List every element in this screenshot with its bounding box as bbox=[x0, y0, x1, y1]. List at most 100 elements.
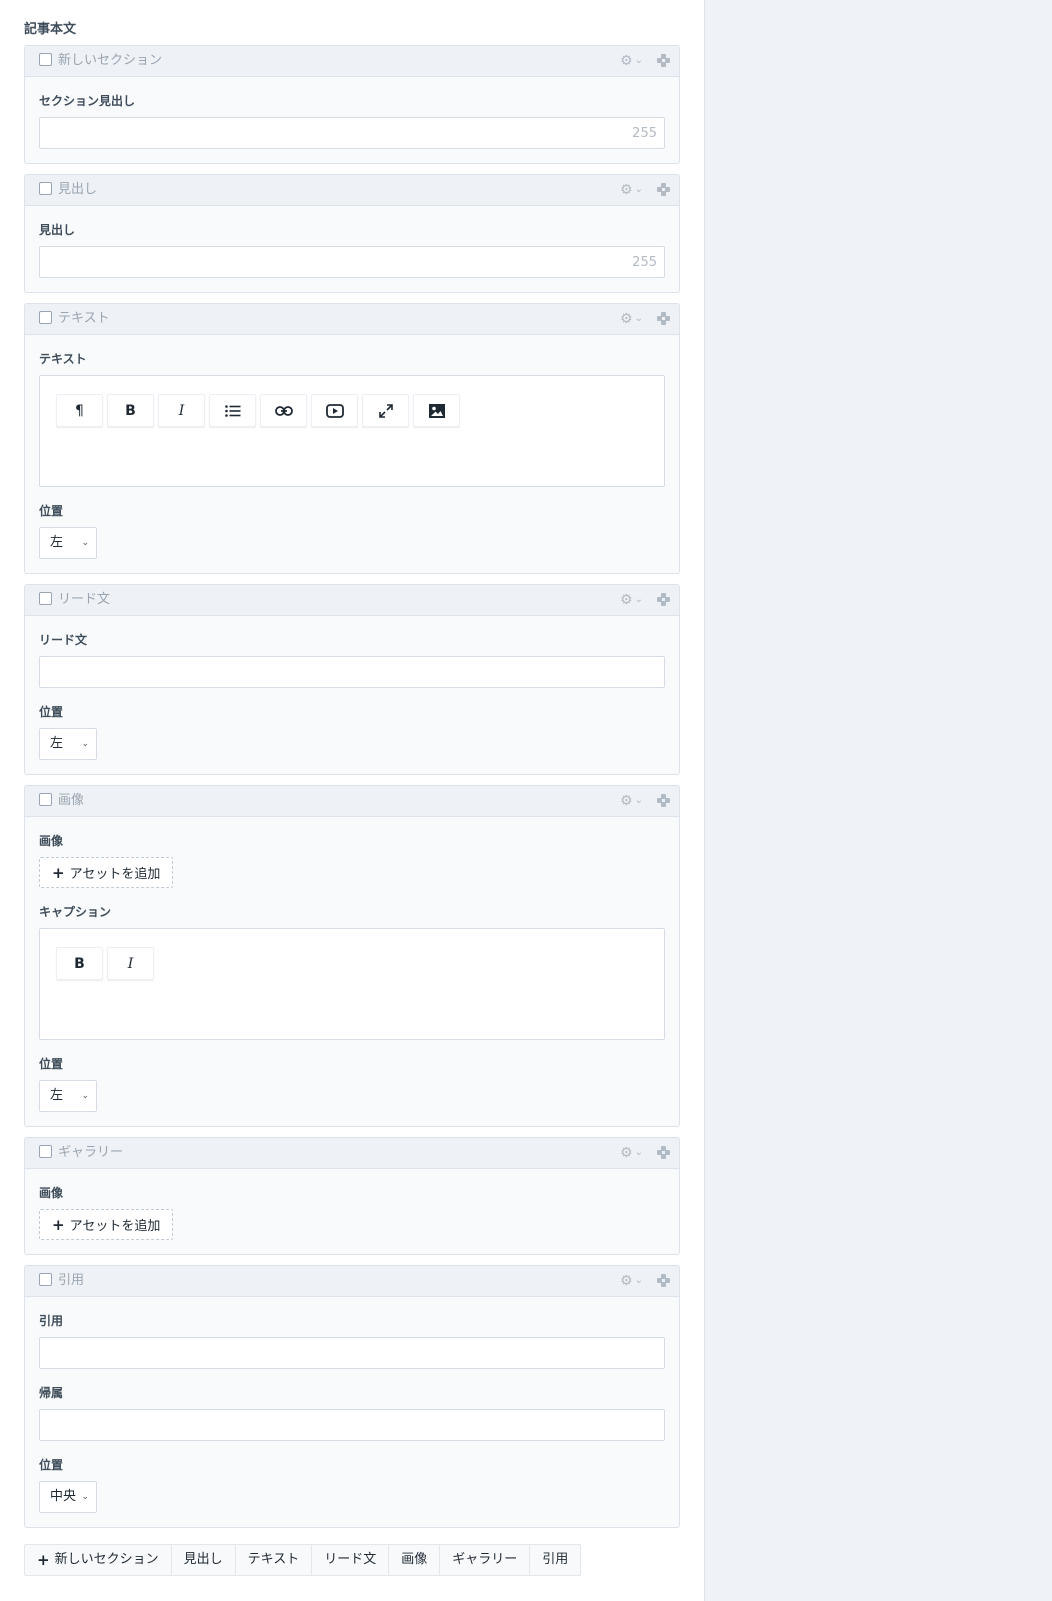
add-asset-button[interactable]: + アセットを追加 bbox=[39, 857, 174, 888]
fullscreen-button[interactable] bbox=[362, 394, 409, 427]
attribution-input[interactable] bbox=[39, 1409, 665, 1441]
italic-button[interactable]: I bbox=[158, 394, 205, 427]
lead-input[interactable] bbox=[39, 656, 665, 688]
plus-icon: + bbox=[52, 1215, 65, 1234]
gear-icon[interactable]: ⚙ ⌄ bbox=[620, 1146, 643, 1160]
gear-icon[interactable]: ⚙ ⌄ bbox=[620, 183, 643, 197]
block-header: テキスト ⚙ ⌄ bbox=[25, 304, 679, 335]
block-new-section: 新しいセクション ⚙ ⌄ セクション見出し 255 bbox=[24, 45, 680, 164]
section-heading-input[interactable]: 255 bbox=[39, 117, 665, 149]
position-select[interactable]: 左 ⌄ bbox=[39, 728, 97, 760]
bold-button[interactable]: B bbox=[56, 947, 103, 980]
chevron-down-icon: ⌄ bbox=[634, 313, 643, 324]
add-gallery-button[interactable]: ギャラリー bbox=[440, 1544, 531, 1576]
add-heading-button[interactable]: 見出し bbox=[171, 1544, 236, 1576]
field-title: 記事本文 bbox=[24, 22, 77, 37]
add-image-button[interactable]: 画像 bbox=[389, 1544, 441, 1576]
block-header: 新しいセクション ⚙ ⌄ bbox=[25, 46, 679, 77]
link-icon bbox=[274, 405, 293, 416]
move-icon[interactable] bbox=[657, 1146, 671, 1160]
rich-text-editor[interactable]: ¶ B I bbox=[39, 375, 665, 487]
italic-button[interactable]: I bbox=[107, 947, 154, 980]
heading-input[interactable]: 255 bbox=[39, 246, 665, 278]
add-new-section-button[interactable]: + 新しいセクション bbox=[24, 1544, 172, 1576]
field-label: 見出し bbox=[39, 223, 76, 237]
chevron-down-icon: ⌄ bbox=[634, 594, 643, 605]
block-select-checkbox[interactable] bbox=[39, 1145, 52, 1158]
position-select[interactable]: 左 ⌄ bbox=[39, 527, 97, 559]
char-counter: 255 bbox=[632, 126, 657, 141]
gear-icon[interactable]: ⚙ ⌄ bbox=[620, 1274, 643, 1288]
gear-icon[interactable]: ⚙ ⌄ bbox=[620, 312, 643, 326]
field-label: 画像 bbox=[39, 834, 64, 848]
chevron-down-icon: ⌄ bbox=[81, 538, 89, 548]
position-value: 左 bbox=[50, 736, 64, 751]
add-quote-button[interactable]: 引用 bbox=[530, 1544, 582, 1576]
block-select-checkbox[interactable] bbox=[39, 793, 52, 806]
block-name: リード文 bbox=[58, 592, 111, 607]
list-button[interactable] bbox=[209, 394, 256, 427]
position-value: 左 bbox=[50, 535, 64, 550]
caption-editor[interactable]: B I bbox=[39, 928, 665, 1040]
block-lead: リード文 ⚙ ⌄ リード文 位置 左 ⌄ bbox=[24, 584, 680, 775]
add-asset-button[interactable]: + アセットを追加 bbox=[39, 1209, 174, 1240]
block-text: テキスト ⚙ ⌄ テキスト ¶ B I 位置 左 ⌄ bbox=[24, 303, 680, 574]
move-icon[interactable] bbox=[657, 1274, 671, 1288]
move-icon[interactable] bbox=[657, 593, 671, 607]
main-content: 記事本文 新しいセクション ⚙ ⌄ セクション見出し 255 見出し ⚙ ⌄ 見… bbox=[24, 0, 680, 1576]
block-name: 引用 bbox=[58, 1273, 85, 1288]
block-name: ギャラリー bbox=[58, 1145, 124, 1160]
block-image: 画像 ⚙ ⌄ 画像 + アセットを追加 キャプション B I 位置 左 ⌄ bbox=[24, 785, 680, 1127]
block-select-checkbox[interactable] bbox=[39, 592, 52, 605]
quote-input[interactable] bbox=[39, 1337, 665, 1369]
chevron-down-icon: ⌄ bbox=[81, 1492, 89, 1502]
plus-icon: + bbox=[52, 863, 65, 882]
block-quote: 引用 ⚙ ⌄ 引用 帰属 位置 中央 ⌄ bbox=[24, 1265, 680, 1528]
block-heading: 見出し ⚙ ⌄ 見出し 255 bbox=[24, 174, 680, 293]
gear-icon[interactable]: ⚙ ⌄ bbox=[620, 593, 643, 607]
field-label: テキスト bbox=[39, 352, 87, 366]
list-icon bbox=[224, 404, 240, 417]
link-button[interactable] bbox=[260, 394, 307, 427]
sidebar-panel bbox=[704, 0, 1052, 1601]
move-icon[interactable] bbox=[657, 54, 671, 68]
position-label: 位置 bbox=[39, 1057, 64, 1071]
block-select-checkbox[interactable] bbox=[39, 311, 52, 324]
add-lead-button[interactable]: リード文 bbox=[312, 1544, 390, 1576]
block-select-checkbox[interactable] bbox=[39, 1273, 52, 1286]
expand-icon bbox=[378, 403, 393, 418]
block-name: 画像 bbox=[58, 793, 85, 808]
chevron-down-icon: ⌄ bbox=[81, 739, 89, 749]
add-block-bar: + 新しいセクション 見出し テキスト リード文 画像 ギャラリー 引用 bbox=[24, 1544, 680, 1576]
add-button-label: 新しいセクション bbox=[54, 1552, 159, 1567]
video-button[interactable] bbox=[311, 394, 358, 427]
field-label: リード文 bbox=[39, 633, 88, 647]
position-label: 位置 bbox=[39, 504, 64, 518]
char-counter: 255 bbox=[632, 255, 657, 270]
chevron-down-icon: ⌄ bbox=[634, 1147, 643, 1158]
video-icon bbox=[325, 403, 344, 418]
field-label: 画像 bbox=[39, 1186, 64, 1200]
block-name: テキスト bbox=[58, 311, 110, 326]
gear-icon[interactable]: ⚙ ⌄ bbox=[620, 54, 643, 68]
bold-button[interactable]: B bbox=[107, 394, 154, 427]
position-value: 中央 bbox=[50, 1489, 77, 1504]
position-select[interactable]: 左 ⌄ bbox=[39, 1080, 97, 1112]
chevron-down-icon: ⌄ bbox=[634, 55, 643, 66]
caption-label: キャプション bbox=[39, 905, 112, 919]
paragraph-button[interactable]: ¶ bbox=[56, 394, 103, 427]
chevron-down-icon: ⌄ bbox=[634, 795, 643, 806]
insert-image-button[interactable] bbox=[413, 394, 460, 427]
block-select-checkbox[interactable] bbox=[39, 182, 52, 195]
gear-icon[interactable]: ⚙ ⌄ bbox=[620, 794, 643, 808]
move-icon[interactable] bbox=[657, 183, 671, 197]
block-select-checkbox[interactable] bbox=[39, 53, 52, 66]
position-select[interactable]: 中央 ⌄ bbox=[39, 1481, 97, 1513]
add-text-button[interactable]: テキスト bbox=[235, 1544, 313, 1576]
block-header: 見出し ⚙ ⌄ bbox=[25, 175, 679, 206]
position-label: 位置 bbox=[39, 705, 64, 719]
move-icon[interactable] bbox=[657, 794, 671, 808]
block-header: 引用 ⚙ ⌄ bbox=[25, 1266, 679, 1297]
move-icon[interactable] bbox=[657, 312, 671, 326]
position-label: 位置 bbox=[39, 1458, 64, 1472]
